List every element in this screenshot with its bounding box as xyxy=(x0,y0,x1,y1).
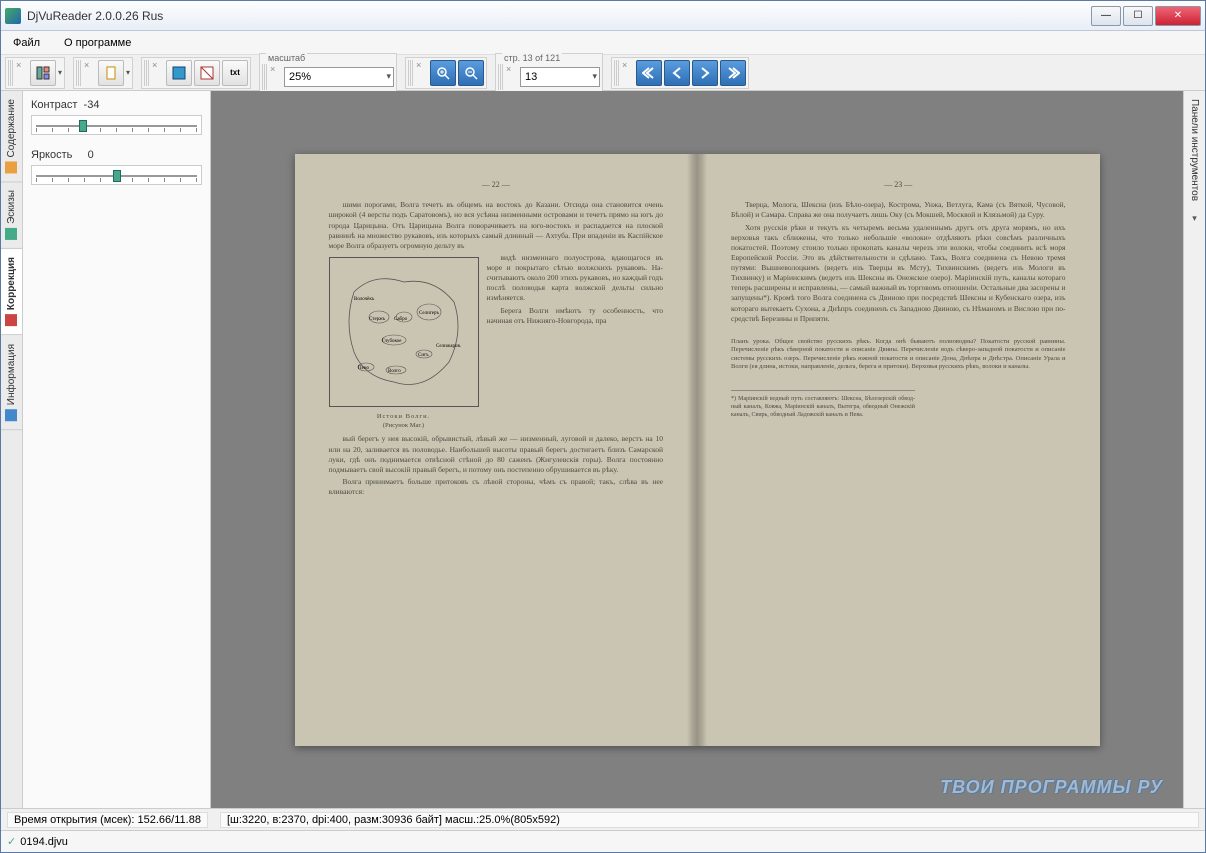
page-combo[interactable]: 13 xyxy=(520,67,600,87)
svg-text:Селижаров.: Селижаров. xyxy=(436,344,461,349)
tab-thumbnails[interactable]: Эскизы xyxy=(1,182,22,249)
document-viewport[interactable]: — 22 — шими порогами, Волга течетъ въ об… xyxy=(211,91,1183,808)
page-text-right: Тверца, Молога, Шексна (изъ Бѣло-озера),… xyxy=(731,200,1066,419)
svg-text:Глубокое: Глубокое xyxy=(382,339,402,344)
svg-text:Пено: Пено xyxy=(358,366,370,371)
toolbar-grip[interactable] xyxy=(144,60,150,86)
contrast-label: Контраст -34 xyxy=(31,99,202,111)
minimize-button[interactable]: — xyxy=(1091,6,1121,26)
toolbar-grip[interactable] xyxy=(8,60,14,86)
svg-text:Сабро: Сабро xyxy=(394,317,408,322)
toolbar-group-mode: × txt xyxy=(141,57,251,89)
page-text-left: шими порогами, Волга течетъ въ общемъ на… xyxy=(329,200,664,497)
svg-text:Селигеръ: Селигеръ xyxy=(419,311,439,316)
toolbar-close-icon[interactable]: × xyxy=(506,64,516,74)
lesson-plan: Планъ урока. Общее свойство русскихъ рѣк… xyxy=(731,338,1066,372)
chevron-down-icon[interactable]: ▾ xyxy=(1192,213,1197,224)
main-area: Содержание Эскизы Коррекция Информация К… xyxy=(1,91,1205,808)
statusbar: Время открытия (мсек): 152.66/11.88 [ш:3… xyxy=(1,808,1205,830)
map-caption: Истоки Волги. (Рисунок Маг.) xyxy=(329,413,479,431)
brightness-section: Яркость 0 xyxy=(31,149,202,185)
right-tab-tools[interactable]: Панели инструментов xyxy=(1186,91,1203,209)
window-title: DjVuReader 2.0.0.26 Rus xyxy=(27,9,1091,23)
zoom-label: масштаб xyxy=(266,53,307,63)
toolbar-grip[interactable] xyxy=(76,60,82,86)
page-left: — 22 — шими порогами, Волга течетъ въ об… xyxy=(295,154,698,746)
toolbar-close-icon[interactable]: × xyxy=(84,60,94,70)
bw-mode-button[interactable] xyxy=(194,60,220,86)
status-dimensions: [ш:3220, в:2370, dpi:400, разм:30936 бай… xyxy=(220,812,1199,828)
dropdown-icon[interactable]: ▾ xyxy=(126,68,130,77)
toolbar-group-nav: × xyxy=(611,57,749,89)
svg-text:Волочёкъ: Волочёкъ xyxy=(354,297,375,302)
menu-file[interactable]: Файл xyxy=(9,35,44,51)
toolbar: × ▾ × ▾ × txt масштаб × 25% × xyxy=(1,55,1205,91)
contrast-slider[interactable] xyxy=(31,115,202,135)
last-page-button[interactable] xyxy=(720,60,746,86)
svg-text:Стержъ: Стержъ xyxy=(369,317,386,322)
pin-icon[interactable]: ✓ xyxy=(7,835,16,848)
menubar: Файл О программе xyxy=(1,31,1205,55)
sidebar-tabs: Содержание Эскизы Коррекция Информация xyxy=(1,91,23,808)
window-controls: — ☐ ✕ xyxy=(1091,6,1201,26)
filebar: ✓ 0194.djvu xyxy=(1,830,1205,852)
watermark: ТВОИ ПРОГРАММЫ РУ xyxy=(940,777,1163,798)
titlebar: DjVuReader 2.0.0.26 Rus — ☐ ✕ xyxy=(1,1,1205,31)
toolbar-group-zoom: масштаб × 25% xyxy=(259,53,397,93)
toolbar-close-icon[interactable]: × xyxy=(416,60,426,70)
toolbar-grip[interactable] xyxy=(614,60,620,86)
page-number-right: — 23 — xyxy=(731,180,1066,191)
color-mode-button[interactable] xyxy=(166,60,192,86)
toolbar-grip[interactable] xyxy=(408,60,414,86)
toolbar-group-view2: × ▾ xyxy=(73,57,133,89)
first-page-button[interactable] xyxy=(636,60,662,86)
toolbar-close-icon[interactable]: × xyxy=(16,60,26,70)
menu-about[interactable]: О программе xyxy=(60,35,135,51)
single-page-button[interactable] xyxy=(98,60,124,86)
toolbar-grip[interactable] xyxy=(498,64,504,90)
tab-information[interactable]: Информация xyxy=(1,336,22,430)
dropdown-icon[interactable]: ▾ xyxy=(58,68,62,77)
toolbar-group-view1: × ▾ xyxy=(5,57,65,89)
close-button[interactable]: ✕ xyxy=(1155,6,1201,26)
zoom-out-button[interactable] xyxy=(458,60,484,86)
contrast-section: Контраст -34 xyxy=(31,99,202,135)
file-name[interactable]: 0194.djvu xyxy=(20,836,68,848)
app-window: DjVuReader 2.0.0.26 Rus — ☐ ✕ Файл О про… xyxy=(0,0,1206,853)
toolbar-close-icon[interactable]: × xyxy=(270,64,280,74)
page-number-left: — 22 — xyxy=(329,180,664,191)
brightness-slider[interactable] xyxy=(31,165,202,185)
footnote: *) Маріинскій водный путь составляютъ: Ш… xyxy=(731,390,915,419)
correction-panel: Контраст -34 Яркость 0 xyxy=(23,91,210,808)
tab-contents[interactable]: Содержание xyxy=(1,91,22,182)
toolbar-close-icon[interactable]: × xyxy=(152,60,162,70)
left-panel: Содержание Эскизы Коррекция Информация К… xyxy=(1,91,211,808)
app-icon xyxy=(5,8,21,24)
toolbar-group-page: стр. 13 of 121 × 13 xyxy=(495,53,603,93)
tab-correction[interactable]: Коррекция xyxy=(1,249,22,335)
prev-page-button[interactable] xyxy=(664,60,690,86)
svg-text:Волго: Волго xyxy=(388,369,401,374)
brightness-label: Яркость 0 xyxy=(31,149,202,161)
svg-text:Сигъ: Сигъ xyxy=(418,353,429,358)
zoom-combo[interactable]: 25% xyxy=(284,67,394,87)
toolbar-close-icon[interactable]: × xyxy=(622,60,632,70)
maximize-button[interactable]: ☐ xyxy=(1123,6,1153,26)
page-spread: — 22 — шими порогами, Волга течетъ въ об… xyxy=(295,154,1100,746)
page-right: — 23 — Тверца, Молога, Шексна (изъ Бѣло-… xyxy=(697,154,1100,746)
right-panel: Панели инструментов ▾ xyxy=(1183,91,1205,808)
next-page-button[interactable] xyxy=(692,60,718,86)
map-figure: Волочёкъ Стержъ Сабро Селигеръ Глубокое … xyxy=(329,257,479,407)
toolbar-group-zoombtns: × xyxy=(405,57,487,89)
text-mode-button[interactable]: txt xyxy=(222,60,248,86)
panels-button[interactable] xyxy=(30,60,56,86)
toolbar-grip[interactable] xyxy=(262,64,268,90)
page-label: стр. 13 of 121 xyxy=(502,53,562,63)
zoom-in-button[interactable] xyxy=(430,60,456,86)
status-open-time: Время открытия (мсек): 152.66/11.88 xyxy=(7,812,208,828)
